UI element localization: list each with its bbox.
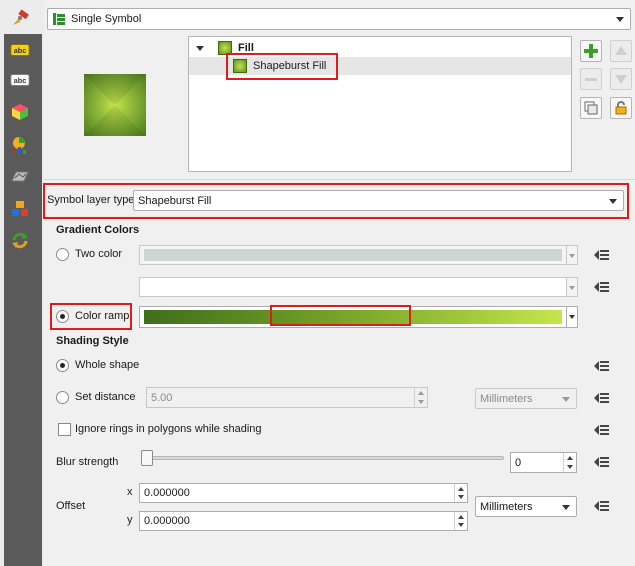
add-layer-icon — [584, 44, 598, 58]
set-distance-radio[interactable] — [56, 391, 69, 404]
distance-unit-value: Millimeters — [480, 392, 533, 405]
renderer-selected-label: Single Symbol — [71, 13, 142, 25]
color-ramp-label: Color ramp — [75, 310, 130, 322]
chevron-down-icon — [562, 504, 570, 510]
offset-y-spinbox[interactable]: 0.000000 — [139, 511, 468, 531]
duplicate-layer-icon — [584, 101, 598, 115]
layers-stack-icon[interactable] — [10, 198, 30, 218]
remove-layer-icon — [585, 78, 597, 81]
move-down-icon — [615, 75, 627, 84]
distance-unit-combobox[interactable]: Millimeters — [475, 388, 577, 409]
remove-layer-button[interactable] — [580, 68, 602, 90]
offset-x-spinbox[interactable]: 0.000000 — [139, 483, 468, 503]
label-abc-icon[interactable]: abc — [10, 40, 30, 60]
two-color-label: Two color — [75, 248, 123, 260]
data-defined-override-icon[interactable] — [590, 453, 612, 471]
tree-row-shapeburst[interactable]: Shapeburst Fill — [189, 57, 571, 75]
ignore-rings-checkbox[interactable] — [58, 423, 71, 436]
offset-x-value: 0.000000 — [144, 487, 190, 499]
spin-arrows-icon[interactable] — [454, 512, 467, 530]
color2-dropdown[interactable] — [566, 277, 578, 297]
color-ramp-preview — [144, 310, 562, 324]
color1-dropdown[interactable] — [566, 245, 578, 265]
symbol-layer-type-value: Shapeburst Fill — [138, 194, 212, 207]
symbol-layer-tree[interactable]: Fill Shapeburst Fill — [188, 36, 572, 172]
single-symbol-icon — [52, 12, 66, 26]
shapeburst-swatch-icon — [233, 59, 247, 73]
move-up-icon — [615, 46, 627, 55]
offset-y-value: 0.000000 — [144, 515, 190, 527]
set-distance-label: Set distance — [75, 391, 136, 403]
fill-swatch-icon — [218, 41, 232, 55]
offset-y-label: y — [127, 514, 133, 526]
offset-unit-combobox[interactable]: Millimeters — [475, 496, 577, 517]
divider — [44, 179, 635, 180]
lock-icon — [615, 101, 627, 115]
diagram-icon[interactable] — [10, 135, 30, 155]
refresh-arrows-icon[interactable] — [10, 230, 30, 250]
ignore-rings-label: Ignore rings in polygons while shading — [75, 423, 262, 435]
add-layer-button[interactable] — [580, 40, 602, 62]
chevron-down-icon — [609, 198, 617, 204]
tree-fill-label: Fill — [238, 42, 254, 54]
blur-slider-track[interactable] — [146, 456, 504, 460]
two-color-radio[interactable] — [56, 248, 69, 261]
data-defined-override-icon[interactable] — [590, 421, 612, 439]
renderer-combobox[interactable]: Single Symbol — [47, 8, 631, 30]
blur-strength-label: Blur strength — [56, 456, 119, 468]
offset-unit-value: Millimeters — [480, 500, 533, 513]
color2-button[interactable] — [139, 277, 567, 297]
3d-cube-icon[interactable] — [10, 102, 30, 122]
tree-shapeburst-label: Shapeburst Fill — [253, 60, 327, 72]
blur-value: 0 — [515, 456, 522, 469]
symbol-preview — [84, 74, 146, 136]
move-up-button[interactable] — [610, 40, 632, 62]
data-defined-override-icon[interactable] — [590, 389, 612, 407]
symbol-layer-type-combobox[interactable]: Shapeburst Fill — [133, 190, 624, 211]
move-down-button[interactable] — [610, 68, 632, 90]
blur-slider-handle[interactable] — [141, 450, 153, 466]
paint-brush-icon[interactable] — [10, 8, 30, 28]
color-ramp-dropdown[interactable] — [566, 306, 578, 328]
shading-style-heading: Shading Style — [56, 335, 129, 347]
spin-arrows-icon[interactable] — [414, 388, 427, 407]
data-defined-override-icon[interactable] — [590, 278, 612, 296]
data-defined-override-icon[interactable] — [590, 357, 612, 375]
duplicate-layer-button[interactable] — [580, 97, 602, 119]
whole-shape-label: Whole shape — [75, 359, 140, 371]
offset-label: Offset — [56, 500, 86, 512]
lock-button[interactable] — [610, 97, 632, 119]
chevron-down-icon — [616, 17, 624, 22]
data-defined-override-icon[interactable] — [590, 246, 612, 264]
svg-text:abc: abc — [14, 76, 27, 85]
color-ramp-radio[interactable] — [56, 310, 69, 323]
whole-shape-radio[interactable] — [56, 359, 69, 372]
fields-icon[interactable] — [10, 167, 30, 187]
distance-value: 5.00 — [151, 391, 173, 404]
spin-arrows-icon[interactable] — [563, 453, 576, 472]
spin-arrows-icon[interactable] — [454, 484, 467, 502]
tree-row-fill[interactable]: Fill — [189, 39, 571, 57]
data-defined-override-icon[interactable] — [590, 497, 612, 515]
svg-text:abc: abc — [14, 46, 27, 55]
blur-spinbox[interactable]: 0 — [510, 452, 577, 473]
color1-button[interactable] — [139, 245, 567, 265]
label-abc-outline-icon[interactable]: abc — [10, 70, 30, 90]
offset-x-label: x — [127, 486, 133, 498]
chevron-down-icon — [562, 396, 570, 402]
collapse-triangle-icon[interactable] — [196, 45, 204, 51]
color-ramp-button[interactable] — [139, 306, 567, 328]
distance-spinbox[interactable]: 5.00 — [146, 387, 428, 408]
symbol-layer-type-label: Symbol layer type — [47, 194, 135, 206]
gradient-colors-heading: Gradient Colors — [56, 224, 140, 236]
